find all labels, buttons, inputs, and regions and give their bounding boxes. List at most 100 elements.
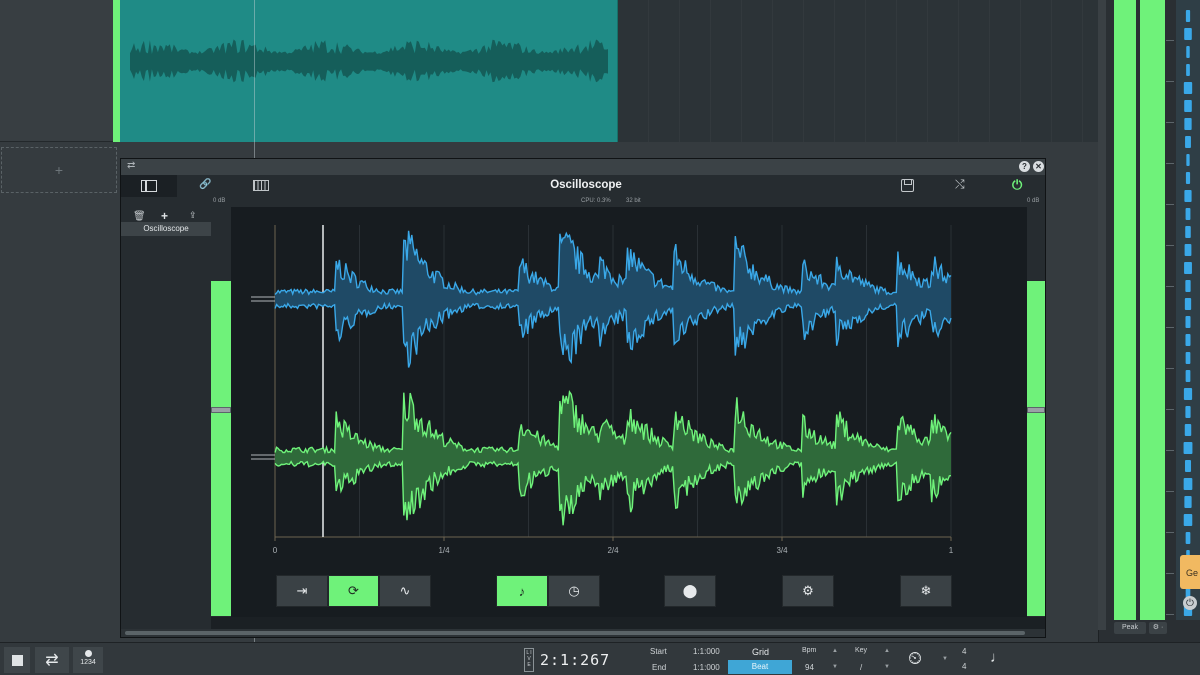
live-indicator: L I V E	[524, 648, 534, 672]
help-icon[interactable]: ?	[1019, 161, 1030, 172]
x-tick-label: 0	[273, 546, 278, 555]
bypass-power-icon[interactable]: ⏻	[1012, 177, 1022, 193]
snowflake-icon: ❄	[920, 583, 932, 598]
time-signature-top[interactable]: 4	[962, 647, 966, 656]
add-track-icon[interactable]: +	[1, 147, 117, 193]
strip-wave-mark	[1185, 352, 1191, 364]
note-sync-button[interactable]: ♪	[496, 575, 548, 607]
trash-icon[interactable]: 🗑	[133, 211, 146, 222]
count-in-button[interactable]: 1234	[73, 647, 103, 673]
keyboard-icon[interactable]	[253, 180, 269, 191]
master-meter-left	[1114, 0, 1136, 620]
link-icon[interactable]: 🔗	[199, 179, 211, 190]
metronome-menu-icon[interactable]: ▼	[942, 656, 948, 662]
vertical-scrollbar[interactable]	[1098, 0, 1106, 630]
tempo-icon[interactable]: ♩	[990, 649, 1005, 666]
stop-icon	[11, 654, 23, 666]
time-sync-button[interactable]: ◷	[548, 575, 600, 607]
grid-beat-button[interactable]: Beat	[728, 660, 792, 674]
wave-mode-button[interactable]: ∿	[379, 575, 431, 607]
loop-mode-button[interactable]: ⟳	[328, 575, 379, 607]
strip-wave-mark	[1184, 496, 1192, 508]
generic-tab[interactable]: Ge	[1180, 555, 1200, 589]
key-label: Key	[855, 647, 868, 654]
strip-wave-mark	[1186, 64, 1190, 76]
save-icon[interactable]	[901, 179, 914, 192]
key-up-icon[interactable]: ▲	[884, 648, 890, 654]
x-tick-label: 3/4	[776, 546, 788, 555]
strip-wave-mark	[1185, 406, 1191, 418]
strip-wave-mark	[1185, 172, 1191, 184]
bpm-down-icon[interactable]: ▼	[832, 664, 838, 670]
key-down-icon[interactable]: ▼	[884, 664, 890, 670]
time-display[interactable]: 2:1:267	[540, 651, 610, 669]
strip-wave-mark	[1184, 298, 1192, 310]
swap-icon[interactable]: ⇄	[127, 160, 135, 171]
export-icon[interactable]: ⇪	[189, 210, 197, 221]
strip-wave-mark	[1185, 316, 1191, 328]
time-signature-bottom[interactable]: 4	[962, 662, 966, 671]
add-preset-icon[interactable]: +	[161, 209, 168, 223]
x-tick-label: 2/4	[607, 546, 619, 555]
preset-item[interactable]: Oscilloscope	[121, 222, 211, 236]
info-bar: 0 dB CPU: 0.3% 32 bit 0 dB	[121, 197, 1045, 207]
loop-start-value[interactable]: 1:1:000	[693, 647, 720, 656]
plugin-titlebar[interactable]: ⇄ ? ✕	[121, 159, 1045, 175]
bit-depth-label: 32 bit	[626, 198, 641, 204]
loop-icon: ⇄	[45, 652, 59, 669]
channel-marker-bottom	[251, 454, 275, 460]
strip-wave-mark	[1185, 334, 1191, 346]
peak-button[interactable]: Peak	[1114, 622, 1146, 634]
oscilloscope-display[interactable]: 0 1/4 2/4 3/4 1	[231, 207, 1027, 617]
strip-wave-mark	[1186, 46, 1190, 58]
loop-start-label: Start	[650, 647, 667, 656]
track-header[interactable]	[0, 0, 113, 142]
bpm-value[interactable]: 94	[805, 663, 814, 672]
sidebar-toggle-button[interactable]	[121, 175, 177, 197]
meter-scale	[1166, 0, 1174, 620]
stop-button[interactable]	[4, 647, 30, 673]
stereo-icon: ⬤	[682, 583, 698, 598]
track-color-strip	[113, 0, 120, 142]
strip-wave-mark	[1185, 370, 1191, 382]
plugin-scrollbar-thumb[interactable]	[125, 631, 1025, 635]
x-tick-label: 1	[949, 546, 954, 555]
strip-wave-mark	[1184, 190, 1192, 202]
x-tick-label: 1/4	[438, 546, 450, 555]
freeze-button[interactable]: ❄	[900, 575, 952, 607]
strip-wave-mark	[1184, 244, 1192, 256]
loop-end-value[interactable]: 1:1:000	[693, 663, 720, 672]
output-level-label: 0 dB	[1027, 198, 1040, 204]
routing-icon[interactable]: ⤭	[955, 177, 965, 192]
audio-clip[interactable]	[120, 0, 618, 142]
loop-button[interactable]: ⇄	[35, 647, 69, 673]
peak-settings-button[interactable]: ⚙ ·	[1149, 622, 1167, 634]
loop-icon: ⟳	[348, 583, 359, 598]
strip-wave-mark	[1184, 100, 1192, 112]
bpm-label: Bpm	[802, 647, 817, 654]
arrange-empty-area[interactable]	[618, 0, 1098, 142]
trigger-button[interactable]: ⇥	[276, 575, 328, 607]
loop-end-label: End	[652, 663, 667, 672]
stereo-mode-button[interactable]: ⬤	[664, 575, 716, 607]
strip-wave-mark	[1184, 118, 1192, 130]
trigger-icon: ⇥	[296, 583, 308, 598]
strip-wave-mark	[1184, 262, 1192, 274]
key-value[interactable]: /	[860, 663, 862, 672]
input-level-label: 0 dB	[213, 198, 226, 204]
power-icon[interactable]: ⏻	[1183, 596, 1197, 610]
channel-marker-top	[251, 296, 275, 302]
strip-wave-mark	[1183, 478, 1193, 490]
right-waveform-strip	[1176, 0, 1200, 620]
output-meter	[1027, 281, 1045, 616]
input-gain-handle[interactable]	[211, 407, 231, 413]
output-gain-handle[interactable]	[1027, 407, 1045, 413]
metronome-icon[interactable]: ⏲	[908, 648, 922, 669]
wave-icon: ∿	[399, 583, 411, 598]
input-meter	[211, 281, 231, 616]
close-icon[interactable]: ✕	[1033, 161, 1044, 172]
plugin-header: 🔗 Oscilloscope ⤭ ⏻	[121, 175, 1045, 197]
transport-bar: ⇄ 1234 L I V E 2:1:267 Start End 1:1:000…	[0, 642, 1200, 675]
bpm-up-icon[interactable]: ▲	[832, 648, 838, 654]
settings-button[interactable]: ⚙	[782, 575, 834, 607]
